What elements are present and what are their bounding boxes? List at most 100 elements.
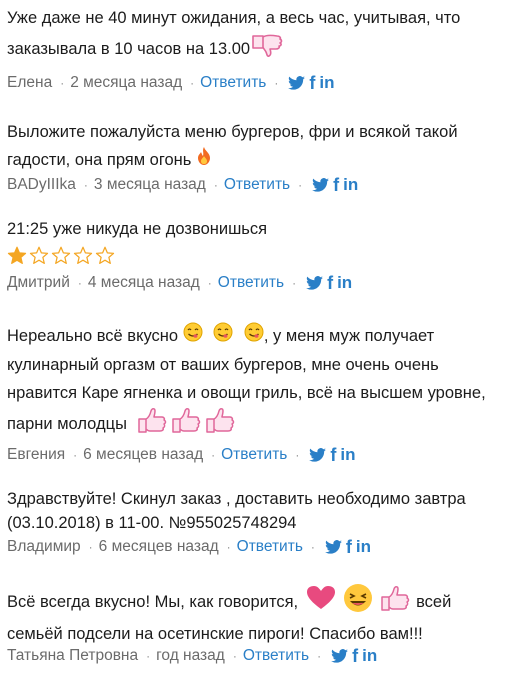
twitter-icon[interactable] <box>325 540 342 554</box>
share-links: f in <box>309 446 356 464</box>
comment-time: 4 месяца назад <box>87 274 200 291</box>
star-empty-icon <box>95 246 115 270</box>
share-links: f in <box>331 647 377 665</box>
comment-text-line: гадости, она прям огонь <box>7 146 512 175</box>
linkedin-icon[interactable]: in <box>343 176 358 194</box>
comment-meta: BADyIIIka · 3 месяца назад · Ответить · … <box>7 173 512 197</box>
thumbs-up-icon <box>380 583 410 622</box>
comment-author: Татьяна Петровна <box>7 647 139 664</box>
share-links: f in <box>312 176 358 194</box>
comment-text-line: нравится Каре ягненка и овощи гриль, всё… <box>7 384 486 403</box>
star-empty-icon <box>73 246 93 270</box>
heart-icon <box>306 585 336 620</box>
yum-face-icon <box>244 322 264 351</box>
facebook-icon[interactable]: f <box>327 274 333 292</box>
comment-text: Выложите пожалуйста меню бургеров, фри и… <box>7 118 512 175</box>
linkedin-icon[interactable]: in <box>362 647 377 665</box>
comment-text-fragment: Всё всегда вкусно! Мы, как говорится, <box>7 593 299 611</box>
meta-separator: · <box>295 448 300 463</box>
meta-separator: · <box>146 649 151 663</box>
star-empty-icon <box>29 246 49 270</box>
meta-separator: · <box>274 76 279 90</box>
reply-link[interactable]: Ответить <box>218 271 284 295</box>
facebook-icon[interactable]: f <box>309 74 315 92</box>
comment-time: 3 месяца назад <box>93 176 206 194</box>
twitter-icon[interactable] <box>309 448 327 462</box>
comment-text-line: 21:25 уже никуда не дозвонишься <box>7 220 268 238</box>
meta-separator: · <box>207 276 212 290</box>
comment: Всё всегда вкусно! Мы, как говорится, вс… <box>7 582 512 668</box>
meta-separator: · <box>310 540 315 554</box>
meta-separator: · <box>232 649 237 663</box>
star-rating <box>7 246 512 270</box>
comment-text-fragment: всей <box>416 593 452 611</box>
comment-meta: Владимир · 6 месяцев назад · Ответить · … <box>7 535 512 559</box>
comment-author: Елена <box>7 74 53 91</box>
facebook-icon[interactable]: f <box>333 176 339 194</box>
comment-text-line: Всё всегда вкусно! Мы, как говорится, вс… <box>7 582 512 623</box>
comment-text-fragment: парни молодцы <box>7 415 127 434</box>
comment-text-line: парни молодцы <box>7 407 512 441</box>
reply-link[interactable]: Ответить <box>221 443 287 467</box>
comment-text-line: кулинарный оргазм от ваших бургеров, мне… <box>7 356 439 375</box>
meta-separator: · <box>211 448 216 463</box>
comment-text-fragment: Нереально всё вкусно <box>7 327 179 345</box>
meta-separator: · <box>190 76 195 90</box>
facebook-icon[interactable]: f <box>352 647 358 665</box>
twitter-icon[interactable] <box>288 76 306 90</box>
share-links: f in <box>325 538 371 556</box>
comment: Уже даже не 40 минут ожидания, а весь ча… <box>7 4 512 95</box>
yum-face-icon <box>213 322 233 351</box>
star-filled-icon <box>7 246 27 270</box>
meta-separator: · <box>292 276 297 290</box>
comment-author: Евгения <box>7 446 66 464</box>
meta-separator: · <box>88 540 93 554</box>
comment: Выложите пожалуйста меню бургеров, фри и… <box>7 118 512 197</box>
comment-text: Здравствуйте! Скинул заказ , доставить н… <box>7 485 512 537</box>
twitter-icon[interactable] <box>331 649 349 663</box>
comment-author: Дмитрий <box>7 274 70 291</box>
facebook-icon[interactable]: f <box>346 538 352 556</box>
meta-separator: · <box>77 276 82 290</box>
comment-text-line: Нереально всё вкусно , у меня муж получа… <box>7 322 512 351</box>
fire-icon <box>196 146 212 175</box>
comment-meta: Дмитрий · 4 месяца назад · Ответить · f … <box>7 271 512 295</box>
twitter-icon[interactable] <box>306 276 323 290</box>
comment-time: 6 месяцев назад <box>98 538 219 555</box>
reply-link[interactable]: Ответить <box>200 71 266 95</box>
meta-separator: · <box>73 448 78 463</box>
comment-time: год назад <box>156 647 225 664</box>
linkedin-icon[interactable]: in <box>340 446 355 464</box>
share-links: f in <box>288 74 335 92</box>
thumbs-up-icon <box>137 405 167 444</box>
comment: Здравствуйте! Скинул заказ , доставить н… <box>7 485 512 559</box>
comment-time: 2 месяца назад <box>70 74 183 91</box>
thumbs-up-icon <box>205 405 235 444</box>
thumbs-up-icon <box>171 405 201 444</box>
comment-text-fragment: заказывала в 10 часов на 13.00 <box>7 39 251 58</box>
comment-text-line: Выложите пожалуйста меню бургеров, фри и… <box>7 123 458 141</box>
thumbs-down-icon <box>250 32 284 67</box>
meta-separator: · <box>60 76 65 90</box>
comment-text: Всё всегда вкусно! Мы, как говорится, вс… <box>7 582 512 648</box>
comment-text: Уже даже не 40 минут ожидания, а весь ча… <box>7 4 512 67</box>
comment-text: Нереально всё вкусно , у меня муж получа… <box>7 322 512 441</box>
linkedin-icon[interactable]: in <box>337 274 352 292</box>
comment: 21:25 уже никуда не дозвонишься Дмитрий … <box>7 215 512 295</box>
facebook-icon[interactable]: f <box>330 446 336 464</box>
comment-text-line: (03.10.2018) в 11-00. №955025748294 <box>7 514 297 532</box>
reply-link[interactable]: Ответить <box>237 535 303 559</box>
comment: Нереально всё вкусно , у меня муж получа… <box>7 322 512 467</box>
meta-separator: · <box>226 540 231 554</box>
comment-meta: Евгения · 6 месяцев назад · Ответить · f… <box>7 443 512 467</box>
comment-text-line: заказывала в 10 часов на 13.00 <box>7 32 512 67</box>
twitter-icon[interactable] <box>312 178 330 192</box>
comment-author: Владимир <box>7 538 81 555</box>
comment-text: 21:25 уже никуда не дозвонишься <box>7 215 512 243</box>
reply-link[interactable]: Ответить <box>224 173 290 197</box>
laughing-face-icon <box>342 582 374 623</box>
linkedin-icon[interactable]: in <box>356 538 371 556</box>
comment-text-fragment: , у меня муж получает <box>263 327 435 345</box>
linkedin-icon[interactable]: in <box>319 74 334 92</box>
reply-link[interactable]: Ответить <box>243 644 309 668</box>
